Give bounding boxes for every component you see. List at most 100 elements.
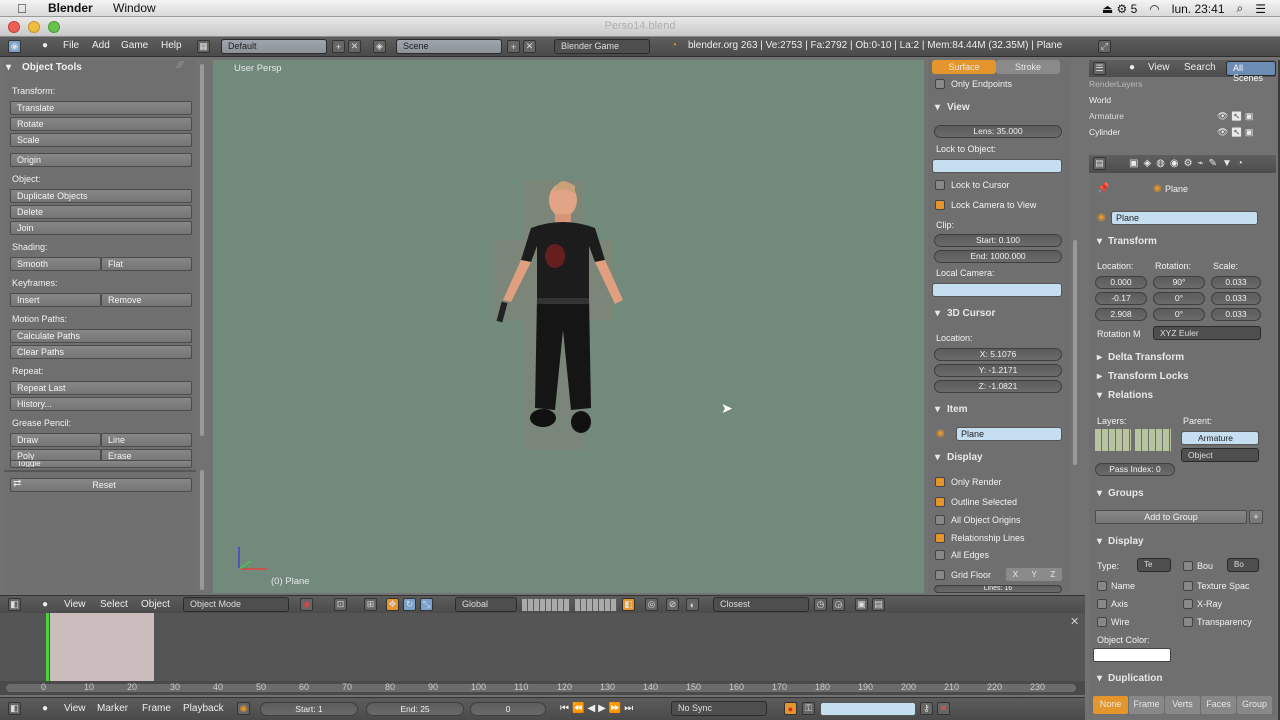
dup-tab-faces[interactable]: Faces: [1201, 696, 1236, 714]
add-to-group-button[interactable]: Add to Group: [1095, 510, 1247, 524]
clock[interactable]: lun. 23:41: [1172, 2, 1225, 16]
duplication-expand-icon[interactable]: ▾: [1097, 673, 1102, 684]
panel-title[interactable]: Object Tools: [22, 62, 82, 73]
lock-layer-icon[interactable]: ◧: [622, 598, 635, 611]
texture-space-checkbox[interactable]: [1183, 581, 1193, 591]
object-color-swatch[interactable]: [1093, 648, 1171, 662]
draw-type-select[interactable]: Te: [1137, 558, 1171, 572]
menu-blender[interactable]: Blender: [48, 1, 93, 15]
join-button[interactable]: Join: [10, 221, 192, 235]
layers-grid-a[interactable]: [1095, 429, 1131, 451]
search-icon[interactable]: ⌕: [1237, 1, 1244, 16]
bounds-checkbox[interactable]: [1183, 561, 1193, 571]
draw-button[interactable]: Draw: [10, 433, 101, 447]
wire-checkbox[interactable]: [1097, 617, 1107, 627]
current-frame-line[interactable]: [46, 613, 49, 681]
clipboard-icon[interactable]: ▤: [872, 598, 885, 611]
pivot-icon[interactable]: ⊡: [334, 598, 347, 611]
expand-icon[interactable]: ▾: [6, 62, 11, 73]
scale-z-field[interactable]: 0.033: [1211, 308, 1261, 321]
duplicate-button[interactable]: Duplicate Objects: [10, 189, 192, 203]
add-scene-icon[interactable]: +: [507, 40, 520, 53]
current-frame-field[interactable]: 0: [470, 702, 546, 716]
outliner-row-armature[interactable]: Armature: [1089, 111, 1124, 121]
history-button[interactable]: History...: [10, 397, 192, 411]
menu-toggle-icon[interactable]: ●: [42, 599, 48, 610]
lock-camera-checkbox[interactable]: [935, 200, 945, 210]
menu-toggle-icon[interactable]: ●: [42, 40, 48, 51]
mode-select[interactable]: Object Mode: [183, 597, 289, 612]
relations-expand-icon[interactable]: ▾: [1097, 390, 1102, 401]
toggle-button[interactable]: Toggle: [10, 460, 192, 468]
display-section-title[interactable]: Display: [1108, 536, 1144, 547]
stroke-tab[interactable]: Stroke: [996, 60, 1060, 74]
dup-tab-group[interactable]: Group: [1237, 696, 1272, 714]
delta-expand-icon[interactable]: ▸: [1097, 352, 1102, 363]
cursor-x-field[interactable]: X: 5.1076: [934, 348, 1062, 361]
proportional-edit-icon[interactable]: ◎: [645, 598, 658, 611]
axis-y-toggle[interactable]: Y: [1032, 568, 1037, 581]
line-button[interactable]: Line: [101, 433, 192, 447]
local-camera-field[interactable]: [932, 283, 1062, 297]
transform-expand-icon[interactable]: ▾: [1097, 236, 1102, 247]
scale-y-field[interactable]: 0.033: [1211, 292, 1261, 305]
snap-target-select[interactable]: Closest: [713, 597, 809, 612]
parent-type-select[interactable]: Object: [1181, 448, 1259, 462]
snap-icon[interactable]: ⊘: [666, 598, 679, 611]
reset-button[interactable]: Reset: [10, 478, 192, 492]
editor-type-icon[interactable]: ◧: [8, 598, 21, 611]
rotate-button[interactable]: Rotate: [10, 117, 192, 131]
loc-x-field[interactable]: 0.000: [1095, 276, 1147, 289]
item-expand-icon[interactable]: ▾: [935, 404, 940, 415]
remove-screen-icon[interactable]: ✕: [348, 40, 361, 53]
screen-layout-icon[interactable]: ▦: [197, 40, 210, 53]
auto-keying-icon[interactable]: ●: [784, 702, 797, 715]
manipulator-icon[interactable]: ⊞: [364, 598, 377, 611]
editor-type-icon[interactable]: ◧: [8, 702, 21, 715]
menu-toggle-icon[interactable]: ●: [1129, 62, 1135, 73]
axis-z-toggle[interactable]: Z: [1050, 568, 1055, 581]
outliner-view-menu[interactable]: View: [1148, 62, 1170, 73]
loc-z-field[interactable]: 2.908: [1095, 308, 1147, 321]
render-engine-select[interactable]: Blender Game: [554, 39, 650, 54]
menu-toggle-icon[interactable]: ●: [42, 703, 48, 714]
sync-mode-select[interactable]: No Sync: [671, 701, 767, 716]
add-screen-icon[interactable]: +: [332, 40, 345, 53]
remove-scene-icon[interactable]: ✕: [523, 40, 536, 53]
repeat-last-button[interactable]: Repeat Last: [10, 381, 192, 395]
add-group-icon[interactable]: +: [1249, 510, 1263, 524]
properties-scrollbar[interactable]: [1073, 240, 1077, 465]
wifi-icon[interactable]: ◠: [1149, 2, 1159, 16]
pass-index-field[interactable]: Pass Index: 0: [1095, 463, 1175, 476]
playback-controls-icon[interactable]: ⏮⏪◀▶⏩⏭: [560, 703, 636, 714]
frame-menu[interactable]: Frame: [142, 703, 171, 714]
scene-field[interactable]: Scene: [396, 39, 502, 54]
locks-expand-icon[interactable]: ▸: [1097, 371, 1102, 382]
insert-keyframe-icon[interactable]: ⚷: [920, 702, 933, 715]
timeline-view-menu[interactable]: View: [64, 703, 86, 714]
item-name-field[interactable]: Plane: [956, 427, 1062, 441]
scale-button[interactable]: Scale: [10, 133, 192, 147]
view-menu[interactable]: View: [64, 599, 86, 610]
keying-set-icon[interactable]: ⚿: [802, 702, 815, 715]
render-anim-icon[interactable]: ◶: [832, 598, 845, 611]
visibility-icons[interactable]: 👁 ↖ ▣: [1217, 111, 1253, 122]
viewport-shading-icon[interactable]: ◉: [300, 598, 313, 611]
name-checkbox[interactable]: [1097, 581, 1107, 591]
status-icons[interactable]: ⏏ ⚙ 5: [1102, 2, 1137, 16]
rot-x-field[interactable]: 90°: [1153, 276, 1205, 289]
only-endpoints-checkbox[interactable]: [935, 79, 945, 89]
layers-row-b[interactable]: [575, 599, 617, 611]
orientation-select[interactable]: Global: [455, 597, 517, 612]
smooth-button[interactable]: Smooth: [10, 257, 101, 271]
character-model[interactable]: [473, 180, 633, 450]
clip-end-field[interactable]: End: 1000.000: [934, 250, 1062, 263]
object-menu[interactable]: Object: [141, 599, 170, 610]
xray-checkbox[interactable]: [1183, 599, 1193, 609]
scale-manipulator-icon[interactable]: ⤡: [420, 598, 433, 611]
menu-window[interactable]: Window: [113, 1, 156, 15]
cursor-y-field[interactable]: Y: -1.2171: [934, 364, 1062, 377]
apple-icon[interactable]: : [17, 1, 27, 16]
locks-section-title[interactable]: Transform Locks: [1108, 371, 1189, 382]
menu-help[interactable]: Help: [161, 40, 182, 51]
